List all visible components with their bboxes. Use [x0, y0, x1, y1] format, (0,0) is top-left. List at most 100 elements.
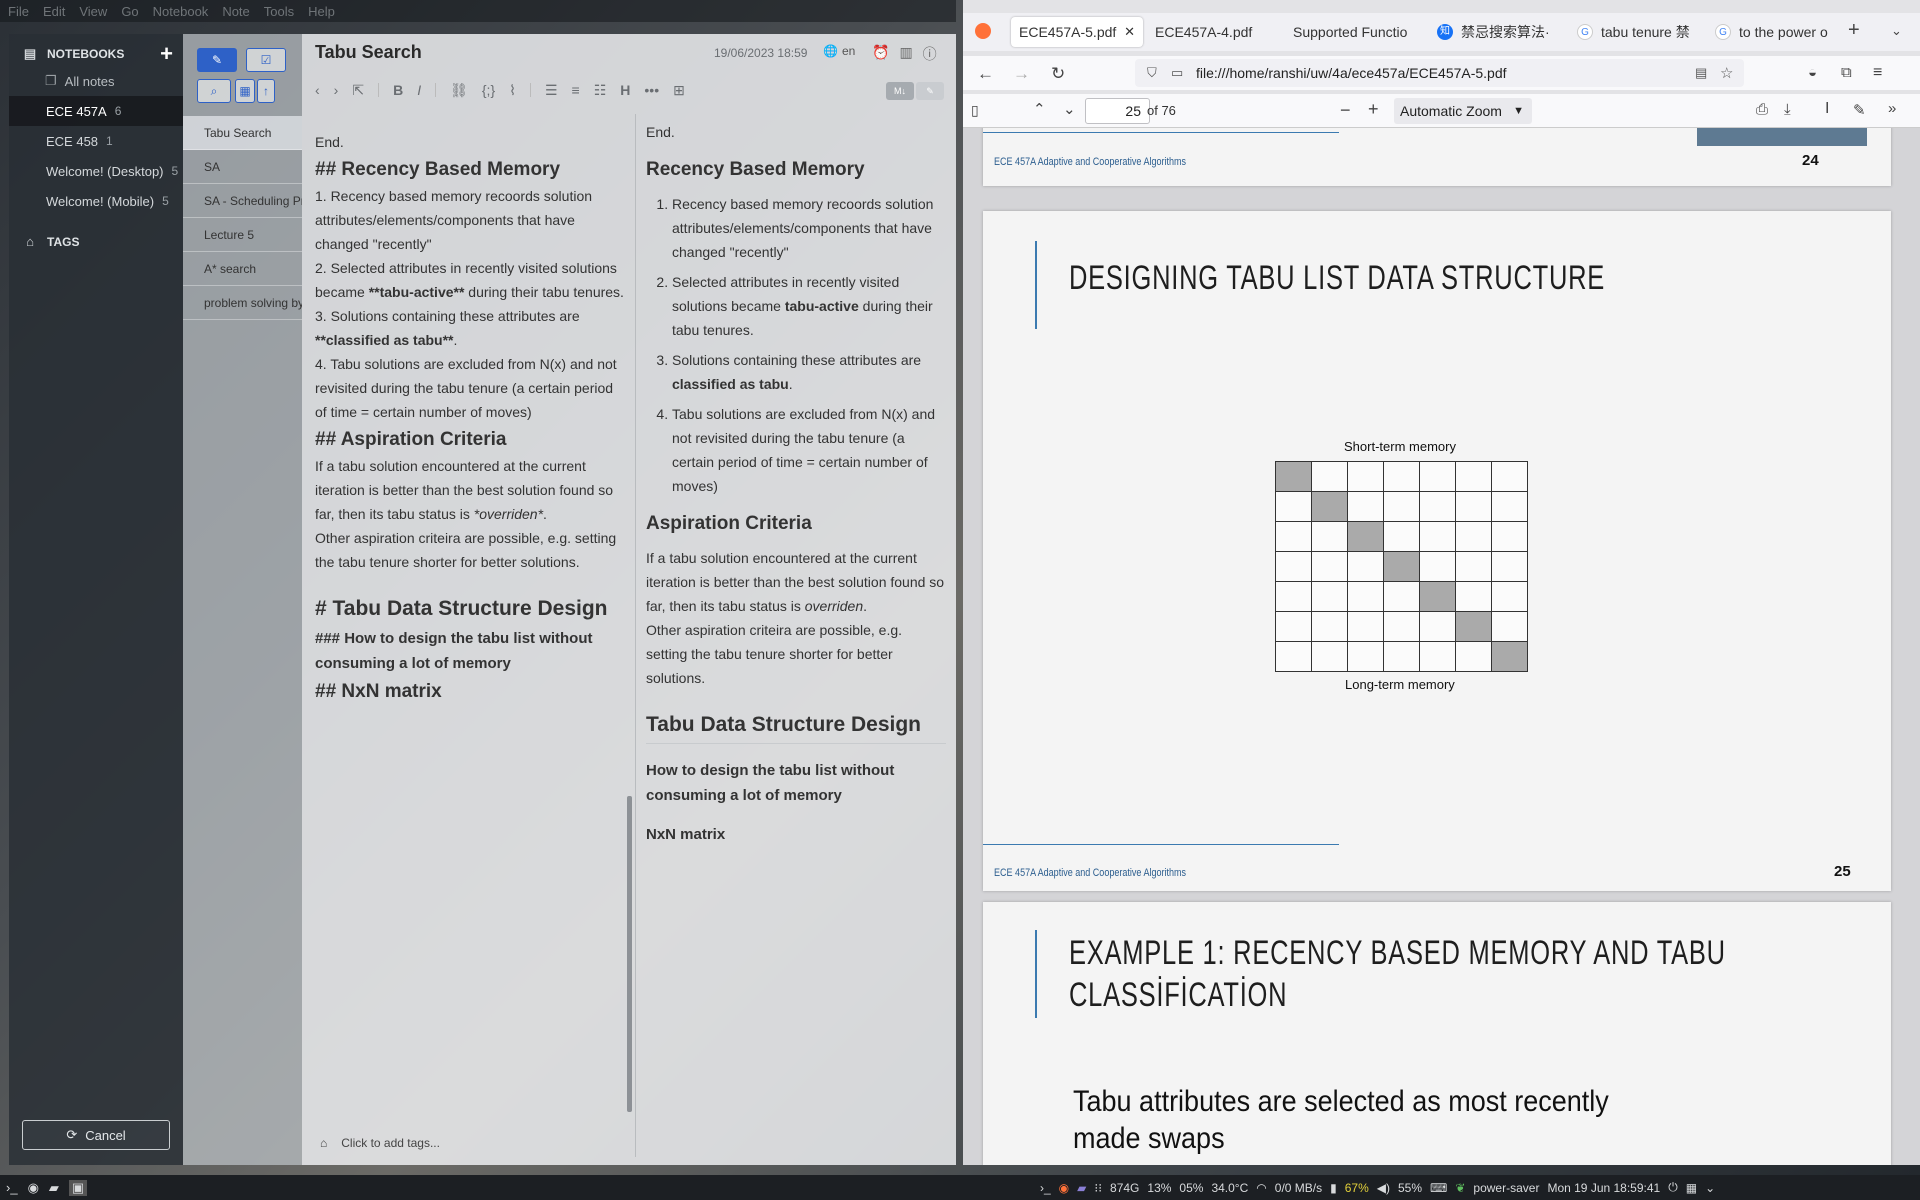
forward-icon[interactable]: ›: [334, 82, 339, 98]
folder-icon[interactable]: ▰: [49, 1180, 59, 1196]
close-tab-icon[interactable]: ✕: [1124, 24, 1135, 40]
menu-help[interactable]: Help: [308, 4, 335, 19]
italic-icon[interactable]: I: [417, 82, 421, 98]
reader-view-icon[interactable]: ▤: [1695, 65, 1707, 81]
sort-direction-button[interactable]: ↑: [257, 79, 275, 103]
menu-note[interactable]: Note: [222, 4, 249, 19]
numbered-list-icon[interactable]: ≡: [572, 82, 580, 98]
extensions-icon[interactable]: ⧉: [1841, 64, 1852, 81]
menu-edit[interactable]: Edit: [43, 4, 65, 19]
menu-go[interactable]: Go: [121, 4, 138, 19]
url-text: file:///home/ranshi/uw/4a/ece457a/ECE457…: [1196, 65, 1507, 81]
new-note-button[interactable]: ✎: [197, 48, 237, 72]
info-icon[interactable]: ⓘ: [923, 44, 937, 64]
tags-header[interactable]: ⌂ TAGS: [9, 230, 183, 254]
terminal-icon[interactable]: ›_: [1040, 1181, 1051, 1195]
editor-scrollbar[interactable]: [627, 796, 632, 1112]
attach-icon[interactable]: ⌇: [509, 82, 516, 99]
download-icon[interactable]: ⤓: [1784, 101, 1791, 118]
firefox-icon[interactable]: ◉: [1059, 1181, 1069, 1195]
checklist-icon[interactable]: ☷: [594, 82, 607, 99]
reload-icon[interactable]: ↻: [1051, 64, 1065, 84]
code-icon[interactable]: {;}: [482, 82, 495, 98]
tab-supported-functions[interactable]: Supported Functio: [1285, 17, 1425, 47]
zoom-out-icon[interactable]: −: [1340, 100, 1351, 121]
external-edit-icon[interactable]: ⇱: [352, 82, 364, 99]
markdown-mode-button[interactable]: M↓: [886, 82, 914, 100]
sidebar-item-notebook[interactable]: Welcome! (Desktop) 5: [9, 156, 183, 186]
layout-toggle-icon[interactable]: ▥: [899, 44, 912, 64]
back-icon[interactable]: ←: [977, 64, 994, 84]
notebook-count: 1: [106, 134, 113, 148]
list-item[interactable]: SA - Scheduling Pr: [183, 184, 302, 218]
spellcheck-language[interactable]: 🌐 en: [823, 44, 855, 58]
back-icon[interactable]: ‹: [315, 82, 320, 98]
heading-icon[interactable]: H: [620, 82, 630, 98]
tab-zhihu[interactable]: 知禁忌搜索算法·: [1429, 17, 1565, 47]
notebooks-header[interactable]: ▤ NOTEBOOKS +: [9, 42, 183, 66]
sidebar-item-all-notes[interactable]: ❐ All notes: [9, 66, 183, 96]
bookmark-star-icon[interactable]: ☆: [1720, 64, 1733, 82]
next-page-icon[interactable]: ⌄: [1063, 100, 1076, 118]
note-title[interactable]: Tabu Search: [315, 42, 422, 63]
terminal-icon[interactable]: ›_: [6, 1180, 18, 1195]
prev-page-icon[interactable]: ⌃: [1033, 100, 1046, 118]
alarm-icon[interactable]: ⏰: [872, 44, 889, 64]
search-button[interactable]: ⌕: [197, 79, 231, 103]
list-item[interactable]: Tabu Search: [183, 116, 302, 150]
settings-icon[interactable]: ◉: [28, 1180, 39, 1196]
sidebar-item-notebook[interactable]: ECE 457A 6: [9, 96, 183, 126]
tag-bar[interactable]: ⌂ Click to add tags...: [320, 1136, 440, 1150]
menu-view[interactable]: View: [79, 4, 107, 19]
pocket-icon[interactable]: ◒: [1808, 64, 1817, 81]
insert-time-icon[interactable]: ⊞: [673, 82, 685, 99]
sort-date-button[interactable]: ▦: [235, 79, 255, 103]
wifi-icon[interactable]: ◠: [1256, 1181, 1266, 1195]
tab-pdf-5[interactable]: ECE457A-5.pdf ✕: [1011, 17, 1143, 47]
draw-icon[interactable]: ✎: [1853, 101, 1866, 119]
volume-icon[interactable]: ◀): [1377, 1181, 1390, 1195]
link-icon[interactable]: ⛓: [450, 82, 468, 99]
folder-icon[interactable]: ▰: [1077, 1181, 1086, 1195]
zoom-select[interactable]: Automatic Zoom ▼: [1394, 98, 1532, 124]
rich-text-mode-button[interactable]: ✎: [916, 82, 944, 100]
markdown-source[interactable]: End. ## Recency Based Memory 1. Recency …: [315, 130, 628, 706]
text-select-icon[interactable]: I: [1825, 100, 1829, 118]
sidebar-item-notebook[interactable]: Welcome! (Mobile) 5: [9, 186, 183, 216]
menu-icon[interactable]: ≡: [1873, 64, 1882, 82]
list-item[interactable]: Lecture 5: [183, 218, 302, 252]
list-item[interactable]: SA: [183, 150, 302, 184]
list-item[interactable]: A* search: [183, 252, 302, 286]
chevron-down-icon[interactable]: ⌄: [1705, 1181, 1715, 1195]
add-notebook-icon[interactable]: +: [160, 43, 173, 65]
new-todo-button[interactable]: ☑: [246, 48, 286, 72]
print-icon[interactable]: ⎙: [1756, 101, 1768, 118]
page-number-input[interactable]: 25: [1085, 98, 1150, 124]
pdf-viewer[interactable]: ECE 457A Adaptive and Cooperative Algori…: [963, 128, 1920, 1165]
tab-pdf-4[interactable]: ECE457A-4.pdf: [1147, 17, 1281, 47]
clock[interactable]: Mon 19 Jun 18:59:41: [1547, 1181, 1660, 1195]
sidebar-toggle-icon[interactable]: ▯: [971, 102, 979, 119]
more-tools-icon[interactable]: »: [1888, 100, 1896, 117]
forward-icon[interactable]: →: [1013, 64, 1030, 84]
power-icon[interactable]: ⏻: [1668, 1180, 1678, 1195]
new-tab-icon[interactable]: +: [1848, 19, 1860, 42]
bold-icon[interactable]: B: [393, 82, 403, 98]
url-bar[interactable]: ⛉ ▭ file:///home/ranshi/uw/4a/ece457a/EC…: [1135, 59, 1744, 87]
tab-google-tabu[interactable]: Gtabu tenure 禁: [1569, 17, 1703, 47]
window-icon[interactable]: ▣: [68, 1179, 88, 1196]
more-icon[interactable]: •••: [644, 82, 659, 98]
menu-file[interactable]: File: [8, 4, 29, 19]
tab-google-power[interactable]: Gto the power o: [1707, 17, 1841, 47]
power-mode[interactable]: power-saver: [1473, 1181, 1539, 1195]
sidebar-item-notebook[interactable]: ECE 458 1: [9, 126, 183, 156]
cancel-sync-button[interactable]: ⟳ Cancel: [22, 1120, 170, 1150]
zoom-in-icon[interactable]: +: [1368, 99, 1379, 120]
menu-notebook[interactable]: Notebook: [153, 4, 209, 19]
bullet-list-icon[interactable]: ☰: [545, 82, 558, 99]
keyboard-icon[interactable]: ⌨: [1430, 1181, 1447, 1195]
tab-list-icon[interactable]: ⌄: [1891, 23, 1902, 39]
list-item[interactable]: problem solving by: [183, 286, 302, 320]
menu-tools[interactable]: Tools: [264, 4, 294, 19]
layout-icon[interactable]: ▦: [1686, 1181, 1697, 1195]
